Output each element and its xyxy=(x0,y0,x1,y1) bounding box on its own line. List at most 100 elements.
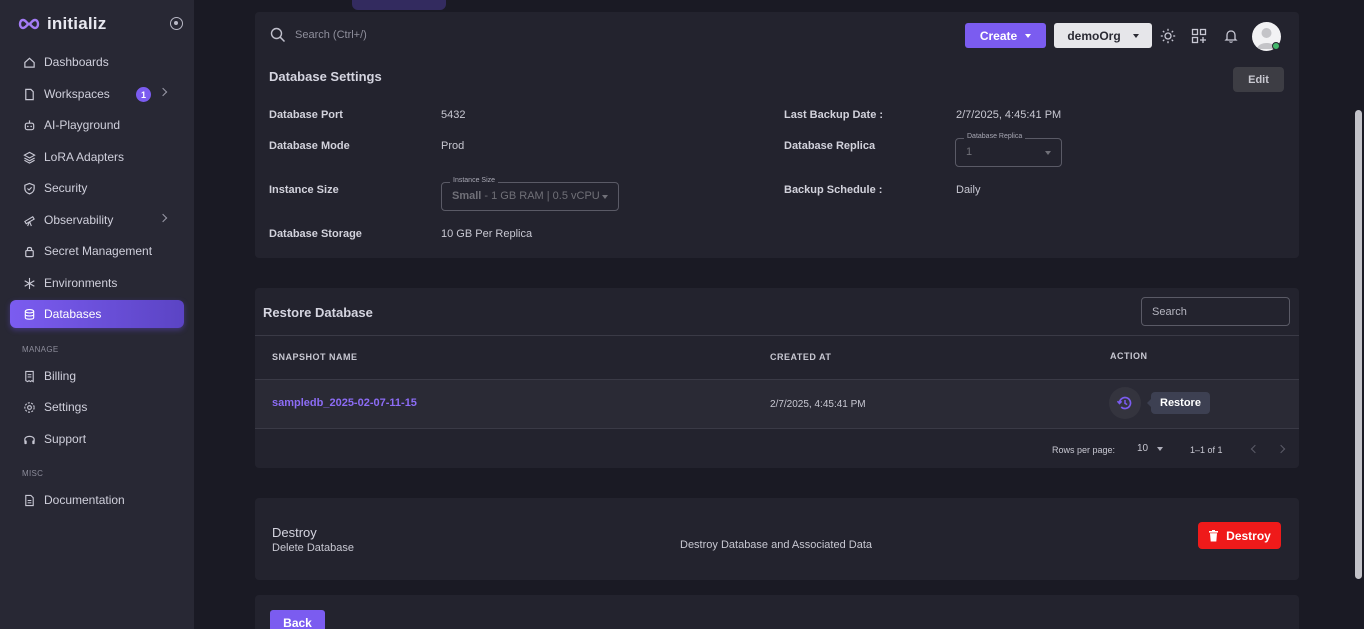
chevron-right-icon xyxy=(158,213,168,223)
robot-icon xyxy=(22,118,36,132)
infinity-logo-icon xyxy=(18,18,40,30)
sidebar-item-label: Workspaces xyxy=(44,87,110,101)
receipt-icon xyxy=(22,369,36,383)
search-placeholder: Search (Ctrl+/) xyxy=(295,29,367,41)
back-button[interactable]: Back xyxy=(270,610,325,629)
sidebar: initializ Dashboards Workspaces 1 AI-Pla… xyxy=(0,0,194,629)
file-icon xyxy=(22,87,36,101)
rows-per-page-select[interactable]: 10 xyxy=(1137,443,1164,454)
instance-size-value: Small - 1 GB RAM | 0.5 vCPU xyxy=(452,190,600,202)
create-button-label: Create xyxy=(979,28,1018,43)
sidebar-item-documentation[interactable]: Documentation xyxy=(10,486,184,514)
snapshot-created-at: 2/7/2025, 4:45:41 PM xyxy=(770,399,866,410)
database-storage-value: 10 GB Per Replica xyxy=(441,228,533,240)
shield-icon xyxy=(22,181,36,195)
sidebar-collapse-icon[interactable] xyxy=(170,17,183,30)
snapshot-name-link[interactable]: sampledb_2025-02-07-11-15 xyxy=(272,397,417,409)
document-icon xyxy=(22,493,36,507)
database-replica-legend: Database Replica xyxy=(964,133,1026,140)
instance-size-select[interactable]: Instance Size Small - 1 GB RAM | 0.5 vCP… xyxy=(441,177,619,211)
restore-database-title: Restore Database xyxy=(263,305,373,320)
database-mode-label: Database Mode xyxy=(269,140,350,152)
sidebar-item-label: Databases xyxy=(44,307,102,321)
database-settings-title: Database Settings xyxy=(269,69,382,84)
divider xyxy=(255,335,1299,336)
caret-down-icon xyxy=(1157,446,1164,451)
destroy-description: Destroy Database and Associated Data xyxy=(680,539,873,551)
notifications-bell-icon[interactable] xyxy=(1222,27,1240,45)
sidebar-item-observability[interactable]: Observability xyxy=(10,206,184,234)
caret-down-icon xyxy=(1025,33,1032,38)
snowflake-icon xyxy=(22,276,36,290)
home-icon xyxy=(22,55,36,69)
sidebar-item-label: Secret Management xyxy=(44,244,153,258)
trash-icon xyxy=(1209,529,1219,541)
restore-search-input[interactable]: Search xyxy=(1141,297,1290,326)
rows-per-page-label: Rows per page: xyxy=(1052,445,1116,455)
caret-down-icon xyxy=(602,195,608,199)
backup-schedule-value: Daily xyxy=(956,184,981,196)
sidebar-item-label: Dashboards xyxy=(44,55,109,69)
org-selector[interactable]: demoOrg xyxy=(1054,23,1152,48)
database-replica-select[interactable]: Database Replica 1 xyxy=(955,133,1062,167)
column-header-snapshot-name: SNAPSHOT NAME xyxy=(272,352,358,362)
sidebar-item-dashboards[interactable]: Dashboards xyxy=(10,48,184,76)
database-port-label: Database Port xyxy=(269,109,343,121)
misc-section-label: MISC xyxy=(22,469,44,478)
column-header-created-at: CREATED AT xyxy=(770,352,832,362)
sidebar-item-security[interactable]: Security xyxy=(10,174,184,202)
backup-schedule-label: Backup Schedule : xyxy=(784,184,883,196)
database-replica-label: Database Replica xyxy=(784,140,876,152)
database-icon xyxy=(22,307,36,321)
brand-name: initializ xyxy=(47,14,107,33)
sidebar-item-lora-adapters[interactable]: LoRA Adapters xyxy=(10,143,184,171)
sidebar-item-label: Settings xyxy=(44,400,88,414)
database-settings-card xyxy=(255,12,1299,258)
database-storage-label: Database Storage xyxy=(269,228,362,240)
caret-down-icon xyxy=(1045,151,1051,155)
destroy-button[interactable]: Destroy xyxy=(1198,522,1281,549)
sidebar-item-label: Environments xyxy=(44,276,118,290)
sidebar-item-secret-management[interactable]: Secret Management xyxy=(10,237,184,265)
search-icon xyxy=(270,27,286,43)
database-port-value: 5432 xyxy=(441,109,466,121)
edit-button[interactable]: Edit xyxy=(1233,67,1284,92)
restore-history-icon[interactable] xyxy=(1109,387,1141,419)
last-backup-date-label: Last Backup Date : xyxy=(784,109,884,121)
workspaces-count-badge: 1 xyxy=(136,87,151,102)
sidebar-item-ai-playground[interactable]: AI-Playground xyxy=(10,111,184,139)
destroy-title: Destroy xyxy=(272,525,317,540)
sidebar-item-label: AI-Playground xyxy=(44,118,121,132)
database-replica-value: 1 xyxy=(966,146,973,158)
create-button[interactable]: Create xyxy=(965,23,1046,48)
database-mode-value: Prod xyxy=(441,140,465,152)
sidebar-item-label: Observability xyxy=(44,213,114,227)
headset-icon xyxy=(22,432,36,446)
destroy-subtitle: Delete Database xyxy=(272,542,354,554)
header-glow xyxy=(352,0,446,10)
global-search[interactable]: Search (Ctrl+/) xyxy=(270,27,367,43)
sidebar-item-billing[interactable]: Billing xyxy=(10,362,184,390)
pagination-range: 1–1 of 1 xyxy=(1190,445,1223,455)
chevron-right-icon xyxy=(158,87,168,97)
instance-size-label: Instance Size xyxy=(269,184,339,196)
footer-card xyxy=(255,595,1299,629)
sidebar-item-databases[interactable]: Databases xyxy=(10,300,184,328)
instance-size-spec: - 1 GB RAM | 0.5 vCPU xyxy=(481,190,600,202)
theme-toggle-sun-icon[interactable] xyxy=(1159,27,1177,45)
online-status-indicator xyxy=(1272,42,1280,50)
sidebar-item-settings[interactable]: Settings xyxy=(10,393,184,421)
sidebar-item-label: Security xyxy=(44,181,88,195)
gear-icon xyxy=(22,400,36,414)
sidebar-item-workspaces[interactable]: Workspaces 1 xyxy=(10,80,184,108)
instance-size-legend: Instance Size xyxy=(450,177,499,184)
apps-grid-icon[interactable] xyxy=(1190,27,1208,45)
brand-logo[interactable]: initializ xyxy=(17,14,106,34)
page-scrollbar[interactable] xyxy=(1355,110,1362,579)
sidebar-item-support[interactable]: Support xyxy=(10,425,184,453)
last-backup-date-value: 2/7/2025, 4:45:41 PM xyxy=(956,109,1062,121)
caret-down-icon xyxy=(1132,33,1139,38)
lock-icon xyxy=(22,244,36,258)
rows-per-page-value: 10 xyxy=(1137,443,1149,454)
sidebar-item-environments[interactable]: Environments xyxy=(10,269,184,297)
